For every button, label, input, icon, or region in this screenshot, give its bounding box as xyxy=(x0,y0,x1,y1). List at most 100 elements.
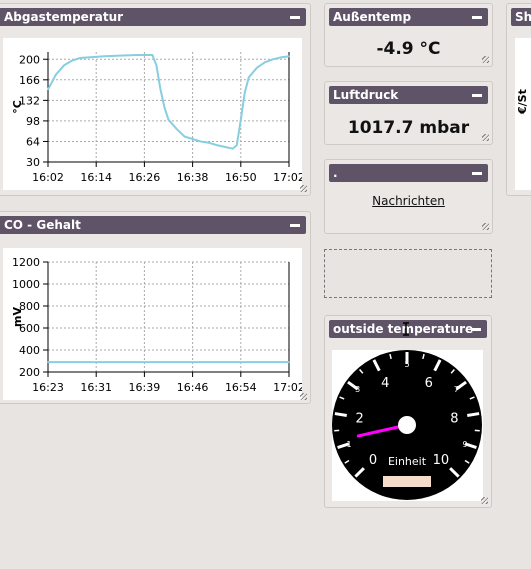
data-point xyxy=(244,91,246,94)
data-point xyxy=(47,361,49,363)
co-gehalt-chart-svg: 16:23 16:31 16:39 16:46 16:54 17:022004006008… xyxy=(11,256,305,394)
resize-handle[interactable] xyxy=(482,134,489,141)
x-tick-label: 16:54 xyxy=(225,381,257,394)
x-tick-label: 16:23 xyxy=(32,381,64,394)
gauge-major-label: 0 xyxy=(369,453,377,468)
outside-temperature-widget: outside temperature 0 2 4 6 8 10 1 3 5 7 9 Einheit xyxy=(324,315,492,508)
widget-title: Abgastemperatur xyxy=(4,10,124,24)
luftdruck-widget: Luftdruck 1017.7 mbar xyxy=(324,81,493,145)
data-point xyxy=(55,73,57,75)
partial-widget: Sh €/St xyxy=(506,3,531,196)
abgastemperatur-widget: Abgastemperatur 16:02 16:14 16:26 16:38 16:5… xyxy=(0,3,311,196)
partial-chart: €/St xyxy=(515,38,531,190)
data-point xyxy=(119,55,121,57)
abgastemperatur-titlebar[interactable]: Abgastemperatur xyxy=(0,8,306,26)
y-tick-label: 200 xyxy=(19,366,40,379)
text-cursor-icon xyxy=(403,322,409,336)
gauge-major-label: 2 xyxy=(355,411,363,426)
gauge-major-label: 8 xyxy=(450,411,458,426)
x-tick-label: 17:02 xyxy=(273,381,302,394)
gauge-minor-label: 9 xyxy=(462,440,467,449)
minimize-button[interactable] xyxy=(472,94,482,97)
data-point xyxy=(183,136,186,138)
x-tick-label: 16:46 xyxy=(177,381,209,394)
gauge: 0 2 4 6 8 10 1 3 5 7 9 Einheit xyxy=(332,350,482,500)
y-axis-label: mV xyxy=(11,307,24,327)
partial-ylabel: €/St xyxy=(516,89,529,114)
gauge-panel: 0 2 4 6 8 10 1 3 5 7 9 Einheit xyxy=(332,350,483,501)
co-gehalt-titlebar[interactable]: CO - Gehalt xyxy=(0,216,306,234)
data-point xyxy=(280,56,282,59)
abgastemperatur-chart-svg: 16:02 16:14 16:26 16:38 16:50 17:023064981321… xyxy=(11,52,305,184)
gauge-hub xyxy=(398,416,416,434)
data-point xyxy=(151,54,154,56)
minimize-button[interactable] xyxy=(290,224,300,227)
luftdruck-titlebar[interactable]: Luftdruck xyxy=(329,86,488,104)
data-point xyxy=(264,61,266,63)
widget-title: Sh xyxy=(515,10,531,24)
minimize-button[interactable] xyxy=(290,16,300,19)
x-tick-label: 16:02 xyxy=(32,171,64,184)
data-point xyxy=(159,88,162,91)
data-point xyxy=(175,128,178,130)
series-line xyxy=(47,54,290,150)
x-tick-label: 16:14 xyxy=(80,171,112,184)
data-point xyxy=(256,67,258,69)
gauge-minor-label: 1 xyxy=(346,440,351,449)
gauge-tick xyxy=(334,412,347,417)
luftdruck-value: 1017.7 mbar xyxy=(347,118,470,138)
y-tick-label: 30 xyxy=(26,156,40,169)
data-point xyxy=(240,119,242,121)
resize-handle[interactable] xyxy=(300,393,307,400)
data-point xyxy=(236,144,238,146)
nachrichten-widget: . Nachrichten xyxy=(324,159,493,234)
data-point xyxy=(224,146,226,148)
resize-handle[interactable] xyxy=(482,56,489,63)
resize-handle[interactable] xyxy=(482,223,489,230)
widget-title: . xyxy=(333,166,338,180)
partial-titlebar[interactable]: Sh xyxy=(511,8,531,26)
data-point xyxy=(103,55,105,57)
y-tick-label: 64 xyxy=(26,135,40,148)
data-point xyxy=(208,142,210,144)
data-point xyxy=(163,107,166,109)
data-point xyxy=(167,119,170,121)
minimize-button[interactable] xyxy=(471,328,481,331)
abgastemperatur-chart: 16:02 16:14 16:26 16:38 16:50 17:02 30 64 98 132 1… xyxy=(3,38,305,190)
y-tick-label: 166 xyxy=(19,74,40,87)
y-tick-label: 200 xyxy=(19,53,40,66)
resize-handle[interactable] xyxy=(481,497,488,504)
minimize-button[interactable] xyxy=(472,16,482,19)
co-gehalt-chart: 16:23 16:31 16:39 16:46 16:54 17:02 200 400 600 8… xyxy=(3,248,305,400)
data-point xyxy=(288,361,290,363)
gauge-major-label: 6 xyxy=(425,376,433,391)
resize-handle[interactable] xyxy=(300,185,307,192)
x-tick-label: 17:02 xyxy=(273,171,302,184)
data-point xyxy=(272,58,274,60)
minimize-button[interactable] xyxy=(472,172,482,175)
data-point xyxy=(79,57,81,59)
x-tick-label: 16:31 xyxy=(80,381,112,394)
data-point xyxy=(87,56,89,59)
data-point xyxy=(135,54,137,56)
y-axis-label: °C xyxy=(11,100,24,114)
x-tick-label: 16:50 xyxy=(225,171,257,184)
gauge-major-label: 10 xyxy=(433,453,450,468)
x-tick-label: 16:38 xyxy=(177,171,209,184)
gauge-unit-label: Einheit xyxy=(388,455,427,468)
aussentemp-value: -4.9 °C xyxy=(376,39,441,59)
aussentemp-titlebar[interactable]: Außentemp xyxy=(329,8,488,26)
y-tick-label: 1000 xyxy=(12,278,40,291)
gauge-tick xyxy=(467,412,480,417)
empty-widget-slot[interactable] xyxy=(324,249,492,298)
x-tick-label: 16:26 xyxy=(129,171,161,184)
aussentemp-widget: Außentemp -4.9 °C xyxy=(324,3,493,67)
data-point xyxy=(47,88,49,91)
data-point xyxy=(288,55,290,57)
nachrichten-link[interactable]: Nachrichten xyxy=(325,194,492,208)
nachrichten-titlebar[interactable]: . xyxy=(329,164,488,182)
data-point xyxy=(192,138,194,140)
gauge-minor-label: 7 xyxy=(454,385,459,394)
co-gehalt-widget: CO - Gehalt 16:23 16:31 16:39 16:46 16:54 17:… xyxy=(0,211,311,404)
gauge-value-display xyxy=(383,476,431,487)
